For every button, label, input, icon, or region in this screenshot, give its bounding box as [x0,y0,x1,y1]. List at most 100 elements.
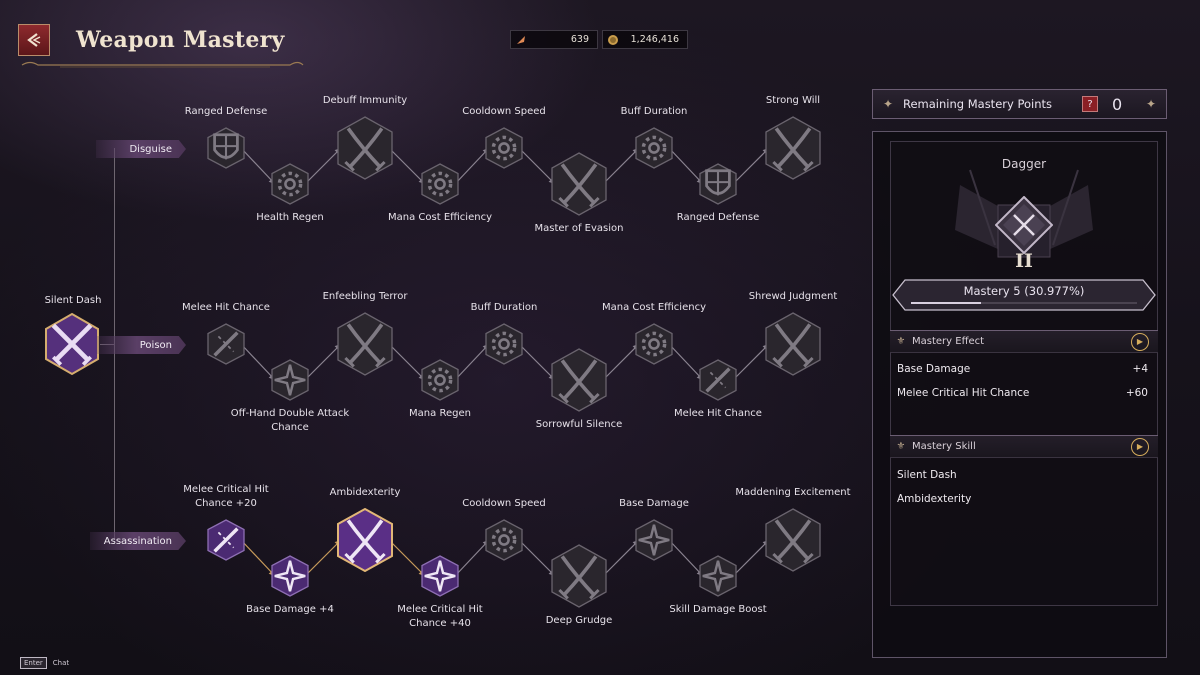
node-label: Maddening Excitement [735,487,851,498]
mastery-node[interactable] [337,508,393,572]
node-label: Mana Cost Efficiency [602,302,706,313]
node-connector [602,539,640,577]
mastery-skill-header: ⚜ Mastery Skill ▶ [890,435,1158,458]
enter-key-badge: Enter [20,657,47,669]
mastery-node[interactable] [485,519,523,561]
mastery-node[interactable] [551,152,607,216]
sword-slash-icon [705,367,731,393]
mastery-node[interactable] [271,555,309,597]
node-connector [304,539,342,577]
node-label: Base Damage [619,498,689,509]
mastery-node[interactable] [337,312,393,376]
mastery-node[interactable] [207,127,245,169]
mastery-node[interactable] [485,127,523,169]
effect-row: Base Damage +4 [897,363,1152,375]
mastery-node[interactable] [699,163,737,205]
mastery-node[interactable] [421,163,459,205]
mastery-node[interactable] [271,359,309,401]
mastery-node[interactable] [765,508,821,572]
node-label: Strong Will [765,95,821,106]
effect-name: Base Damage [897,363,971,375]
effect-name: Melee Critical Hit Chance [897,387,1030,399]
gear-icon [641,331,667,357]
mastery-node[interactable] [635,127,673,169]
remaining-points-value: 0 [1112,94,1123,114]
skill-row: Ambidexterity [897,493,1152,505]
node-label: Buff Duration [620,106,688,117]
mastery-node[interactable] [421,359,459,401]
weapon-rank-badge [994,195,1054,255]
burst-icon [274,560,306,592]
node-connector [732,343,770,381]
mastery-node[interactable] [337,116,393,180]
node-connector [518,147,556,185]
mastery-node[interactable] [635,519,673,561]
node-connector [388,343,426,381]
node-connector [668,147,704,185]
burst-icon [638,524,670,556]
mastery-node[interactable] [765,116,821,180]
mastery-node[interactable] [485,323,523,365]
expand-play-icon[interactable]: ▶ [1131,332,1149,351]
shield-icon [213,133,239,160]
node-connector [388,147,426,185]
crossed-daggers-icon [558,163,600,208]
node-connector [240,343,276,381]
sword-slash-icon [213,331,239,357]
gear-icon [491,527,517,553]
node-connector [388,539,426,577]
node-label: Chance +40 [409,618,471,629]
section-title: Mastery Skill [912,441,976,452]
chat-hint[interactable]: Enter Chat [20,657,69,669]
mastery-node[interactable] [207,323,245,365]
node-label: Cooldown Speed [462,106,546,117]
mastery-node[interactable] [421,555,459,597]
effect-row: Melee Critical Hit Chance +60 [897,387,1152,399]
node-label: Sorrowful Silence [535,419,623,430]
mastery-node[interactable] [765,312,821,376]
node-label: Ambidexterity [329,487,401,498]
effect-value: +60 [1125,387,1148,399]
mastery-node[interactable] [699,359,737,401]
node-label: Master of Evasion [534,223,624,234]
sword-slash-icon [213,527,239,553]
mastery-node[interactable] [207,519,245,561]
mastery-progress-fill [911,302,981,304]
node-connector [304,343,342,381]
node-connector [518,343,556,381]
mastery-node[interactable] [271,163,309,205]
crossed-daggers-icon [772,519,814,564]
node-connector [240,539,276,577]
expand-play-icon[interactable]: ▶ [1131,437,1149,456]
shield-icon [705,169,731,196]
node-connector [732,539,770,577]
node-label: Ranged Defense [676,212,760,223]
node-label: Melee Hit Chance [182,302,270,313]
mastery-level-bar: Mastery 5 (30.977%) [891,278,1157,312]
crossed-daggers-icon [344,323,386,368]
node-label: Melee Critical Hit [183,484,269,495]
mastery-level-text: Mastery 5 (30.977%) [963,284,1085,298]
node-label: Debuff Immunity [322,95,408,106]
mastery-node[interactable] [551,544,607,608]
burst-icon [702,560,734,592]
fleur-ornament-icon: ⚜ [896,336,906,347]
node-connector [454,343,490,381]
diamond-frame-icon [994,195,1054,255]
crossed-daggers-icon [51,323,93,366]
burst-icon [274,364,306,396]
node-label: Mana Cost Efficiency [388,212,492,223]
root-skill-node[interactable] [44,312,100,376]
node-label: Chance +20 [195,498,257,509]
help-icon[interactable]: ? [1082,96,1098,112]
mastery-node[interactable] [699,555,737,597]
mastery-node[interactable] [635,323,673,365]
crossed-daggers-icon [772,323,814,368]
node-label: Chance [271,422,309,433]
mastery-node[interactable] [551,348,607,412]
gear-icon [491,135,517,161]
node-connector [454,539,490,577]
weapon-name: Dagger [1001,157,1047,171]
skill-row: Silent Dash [897,469,1152,481]
skill-name: Ambidexterity [897,493,972,505]
